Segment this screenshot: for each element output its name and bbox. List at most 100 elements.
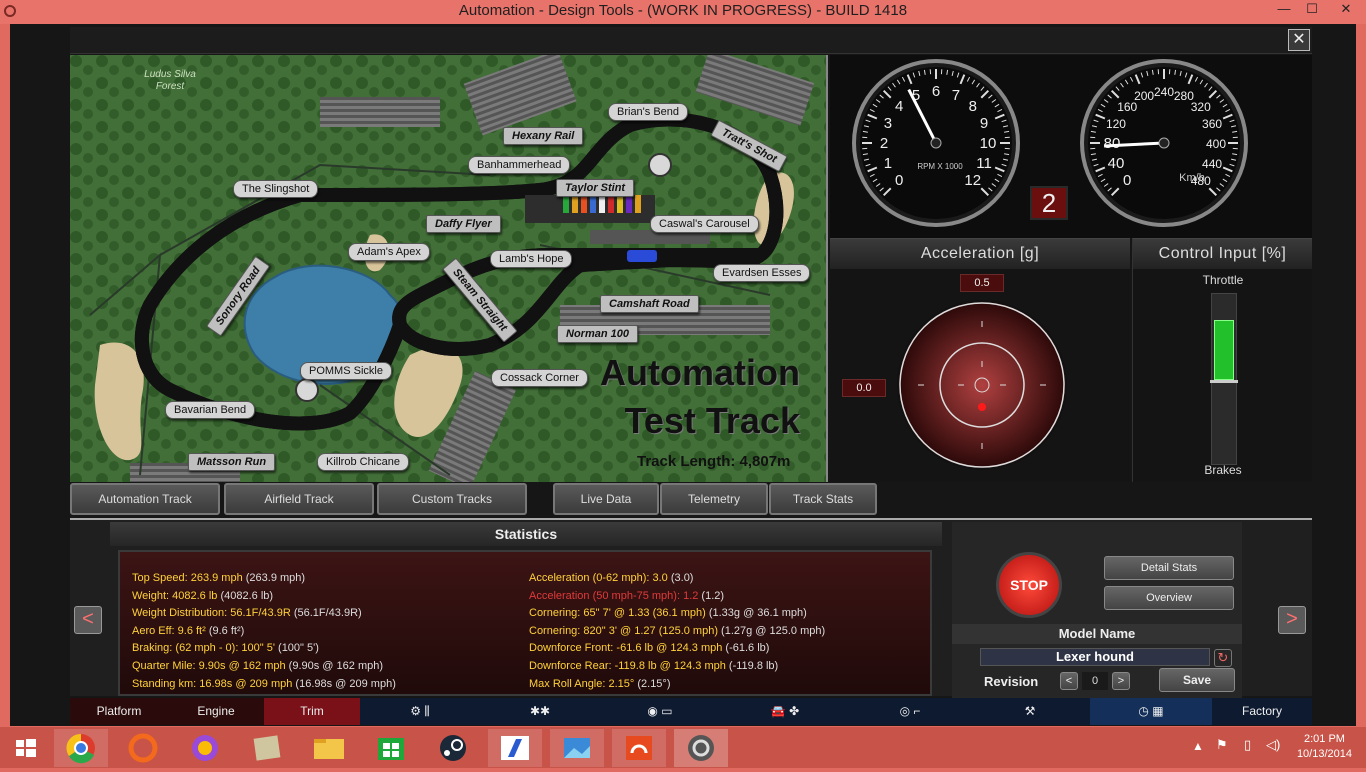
save-button[interactable]: Save bbox=[1159, 668, 1235, 692]
speed-tick-label: 40 bbox=[1108, 155, 1125, 172]
stat-value: Quarter Mile: 9.90s @ 162 mph bbox=[132, 660, 286, 672]
prev-button[interactable]: < bbox=[74, 606, 102, 634]
stat-reference: (3.0) bbox=[668, 572, 694, 584]
stat-row-right: Cornering: 820" 3' @ 1.27 (125.0 mph) (1… bbox=[529, 625, 825, 637]
flag-icon[interactable]: ⚑ bbox=[1216, 737, 1228, 753]
stat-reference: (263.9 mph) bbox=[243, 572, 305, 584]
tab-track-stats[interactable]: Track Stats bbox=[769, 483, 877, 515]
app-icon bbox=[4, 5, 16, 17]
corner-label-adams-apex: Adam's Apex bbox=[348, 243, 430, 261]
music-icon[interactable] bbox=[612, 729, 666, 767]
start-button[interactable] bbox=[4, 729, 46, 767]
brakes-label: Brakes bbox=[1133, 463, 1313, 477]
store-icon[interactable] bbox=[364, 729, 418, 767]
stat-row-right: Max Roll Angle: 2.15° (2.15°) bbox=[529, 678, 671, 690]
nav-brakes-icon[interactable]: ◉ ▭ bbox=[600, 698, 720, 725]
speed-tick-label: 440 bbox=[1202, 157, 1222, 171]
stat-reference: (-61.6 lb) bbox=[722, 642, 769, 654]
automation-app-icon[interactable] bbox=[488, 729, 542, 767]
power-app-icon[interactable] bbox=[674, 729, 728, 767]
stat-value: Braking: (62 mph - 0): 100" 5' bbox=[132, 642, 275, 654]
stat-value: Downforce Front: -61.6 lb @ 124.3 mph bbox=[529, 642, 722, 654]
refresh-icon[interactable]: ↻ bbox=[1214, 649, 1232, 667]
speed-tick-label: 240 bbox=[1154, 85, 1174, 99]
next-button[interactable]: > bbox=[1278, 606, 1306, 634]
nav-platform[interactable]: Platform bbox=[70, 698, 168, 725]
rpm-tick-label: 4 bbox=[895, 98, 903, 115]
nav-tuning-icon[interactable]: ⚒ bbox=[970, 698, 1090, 725]
speed-tick-label: 400 bbox=[1206, 137, 1226, 151]
maps-icon[interactable] bbox=[240, 729, 294, 767]
system-clock[interactable]: 2:01 PM 10/13/2014 bbox=[1297, 732, 1352, 762]
corner-label-evardsen-esses: Evardsen Esses bbox=[713, 264, 810, 282]
stat-row-right: Cornering: 65" 7' @ 1.33 (36.1 mph) (1.3… bbox=[529, 607, 807, 619]
stat-reference: (100" 5') bbox=[275, 642, 319, 654]
speed-tick-label: 80 bbox=[1104, 135, 1121, 152]
speed-gauge: 04080120160200240280320360400440480Km/h bbox=[1078, 57, 1250, 229]
detail-stats-button[interactable]: Detail Stats bbox=[1104, 556, 1234, 580]
stat-row-right: Acceleration (50 mph-75 mph): 1.2 (1.2) bbox=[529, 590, 724, 602]
nav-drivetrain-icon[interactable]: ⚙ ⫼ bbox=[360, 698, 480, 725]
tray-arrow-icon[interactable]: ▲ bbox=[1192, 739, 1204, 753]
tab-live-data[interactable]: Live Data bbox=[553, 483, 659, 515]
volume-icon[interactable]: ◁) bbox=[1266, 737, 1280, 753]
minimize-button[interactable]: — bbox=[1270, 0, 1298, 20]
nav-engine[interactable]: Engine bbox=[168, 698, 264, 725]
stat-reference: (9.6 ft²) bbox=[206, 625, 245, 637]
control-input-title: Control Input [%] bbox=[1133, 239, 1312, 269]
window-close-button[interactable]: ✕ bbox=[1332, 0, 1360, 20]
top-bar: ✕ bbox=[70, 27, 1312, 54]
photos-icon[interactable] bbox=[550, 729, 604, 767]
tab-custom-tracks[interactable]: Custom Tracks bbox=[377, 483, 527, 515]
nav-testing-icon[interactable]: ◷ ▦ bbox=[1090, 698, 1212, 725]
stat-value: Acceleration (0-62 mph): 3.0 bbox=[529, 572, 668, 584]
revision-decrease-button[interactable]: < bbox=[1060, 672, 1078, 690]
stat-row-left: Weight: 4082.6 lb (4082.6 lb) bbox=[132, 590, 273, 602]
nav-suspension-icon[interactable]: ✱✱ bbox=[480, 698, 600, 725]
corner-label-lambs-hope: Lamb's Hope bbox=[490, 250, 572, 268]
stat-value: Weight Distribution: 56.1F/43.9R bbox=[132, 607, 291, 619]
stat-value: Top Speed: 263.9 mph bbox=[132, 572, 243, 584]
origin-icon[interactable] bbox=[116, 729, 170, 767]
stat-value: Max Roll Angle: 2.15° bbox=[529, 678, 634, 690]
file-explorer-icon[interactable] bbox=[302, 729, 356, 767]
statistics-title: Statistics bbox=[110, 522, 942, 546]
picasa-icon[interactable] bbox=[178, 729, 232, 767]
revision-increase-button[interactable]: > bbox=[1112, 672, 1130, 690]
steam-icon[interactable] bbox=[426, 729, 480, 767]
nav-interior-icon[interactable]: ◎ ⌐ bbox=[850, 698, 970, 725]
speed-tick-label: 360 bbox=[1202, 117, 1222, 131]
overview-button[interactable]: Overview bbox=[1104, 586, 1234, 610]
corner-label-pomms-sickle: POMMS Sickle bbox=[300, 362, 392, 380]
nav-factory[interactable]: Factory bbox=[1212, 698, 1312, 725]
corner-label-camshaft-road: Camshaft Road bbox=[600, 295, 699, 313]
taskbar: ▲ ⚑ ▯ ◁) 2:01 PM 10/13/2014 bbox=[0, 727, 1366, 768]
tab-telemetry[interactable]: Telemetry bbox=[660, 483, 768, 515]
stat-reference: (-119.8 lb) bbox=[726, 660, 778, 672]
corner-label-bavarian-bend: Bavarian Bend bbox=[165, 401, 255, 419]
corner-label-norman-100: Norman 100 bbox=[557, 325, 638, 343]
maximize-button[interactable]: ☐ bbox=[1298, 0, 1326, 20]
stat-value: Cornering: 65" 7' @ 1.33 (36.1 mph) bbox=[529, 607, 706, 619]
stat-row-left: Aero Eff: 9.6 ft² (9.6 ft²) bbox=[132, 625, 244, 637]
model-name-field[interactable]: Lexer hound bbox=[980, 648, 1210, 666]
close-button[interactable]: ✕ bbox=[1288, 29, 1310, 51]
tab-automation-track[interactable]: Automation Track bbox=[70, 483, 220, 515]
stop-button[interactable]: STOP bbox=[996, 552, 1062, 618]
nav-trim[interactable]: Trim bbox=[264, 698, 360, 725]
nav-body-icon[interactable]: 🚘 ✤ bbox=[720, 698, 850, 725]
speed-tick-label: 0 bbox=[1123, 172, 1131, 189]
forest-label: Ludus Silva Forest bbox=[140, 69, 200, 93]
stat-row-right: Acceleration (0-62 mph): 3.0 (3.0) bbox=[529, 572, 693, 584]
tab-airfield-track[interactable]: Airfield Track bbox=[224, 483, 374, 515]
battery-icon[interactable]: ▯ bbox=[1244, 737, 1251, 753]
acceleration-title: Acceleration [g] bbox=[830, 239, 1130, 269]
corner-label-banhammerhead: Banhammerhead bbox=[468, 156, 570, 174]
rpm-tick-label: 7 bbox=[952, 87, 960, 104]
stat-value: Weight: 4082.6 lb bbox=[132, 590, 217, 602]
corner-label-hexany-rail: Hexany Rail bbox=[503, 127, 583, 145]
chrome-icon[interactable] bbox=[54, 729, 108, 767]
stat-value: Cornering: 820" 3' @ 1.27 (125.0 mph) bbox=[529, 625, 718, 637]
throttle-center-marker bbox=[1210, 380, 1238, 383]
gear-indicator: 2 bbox=[1030, 186, 1068, 220]
